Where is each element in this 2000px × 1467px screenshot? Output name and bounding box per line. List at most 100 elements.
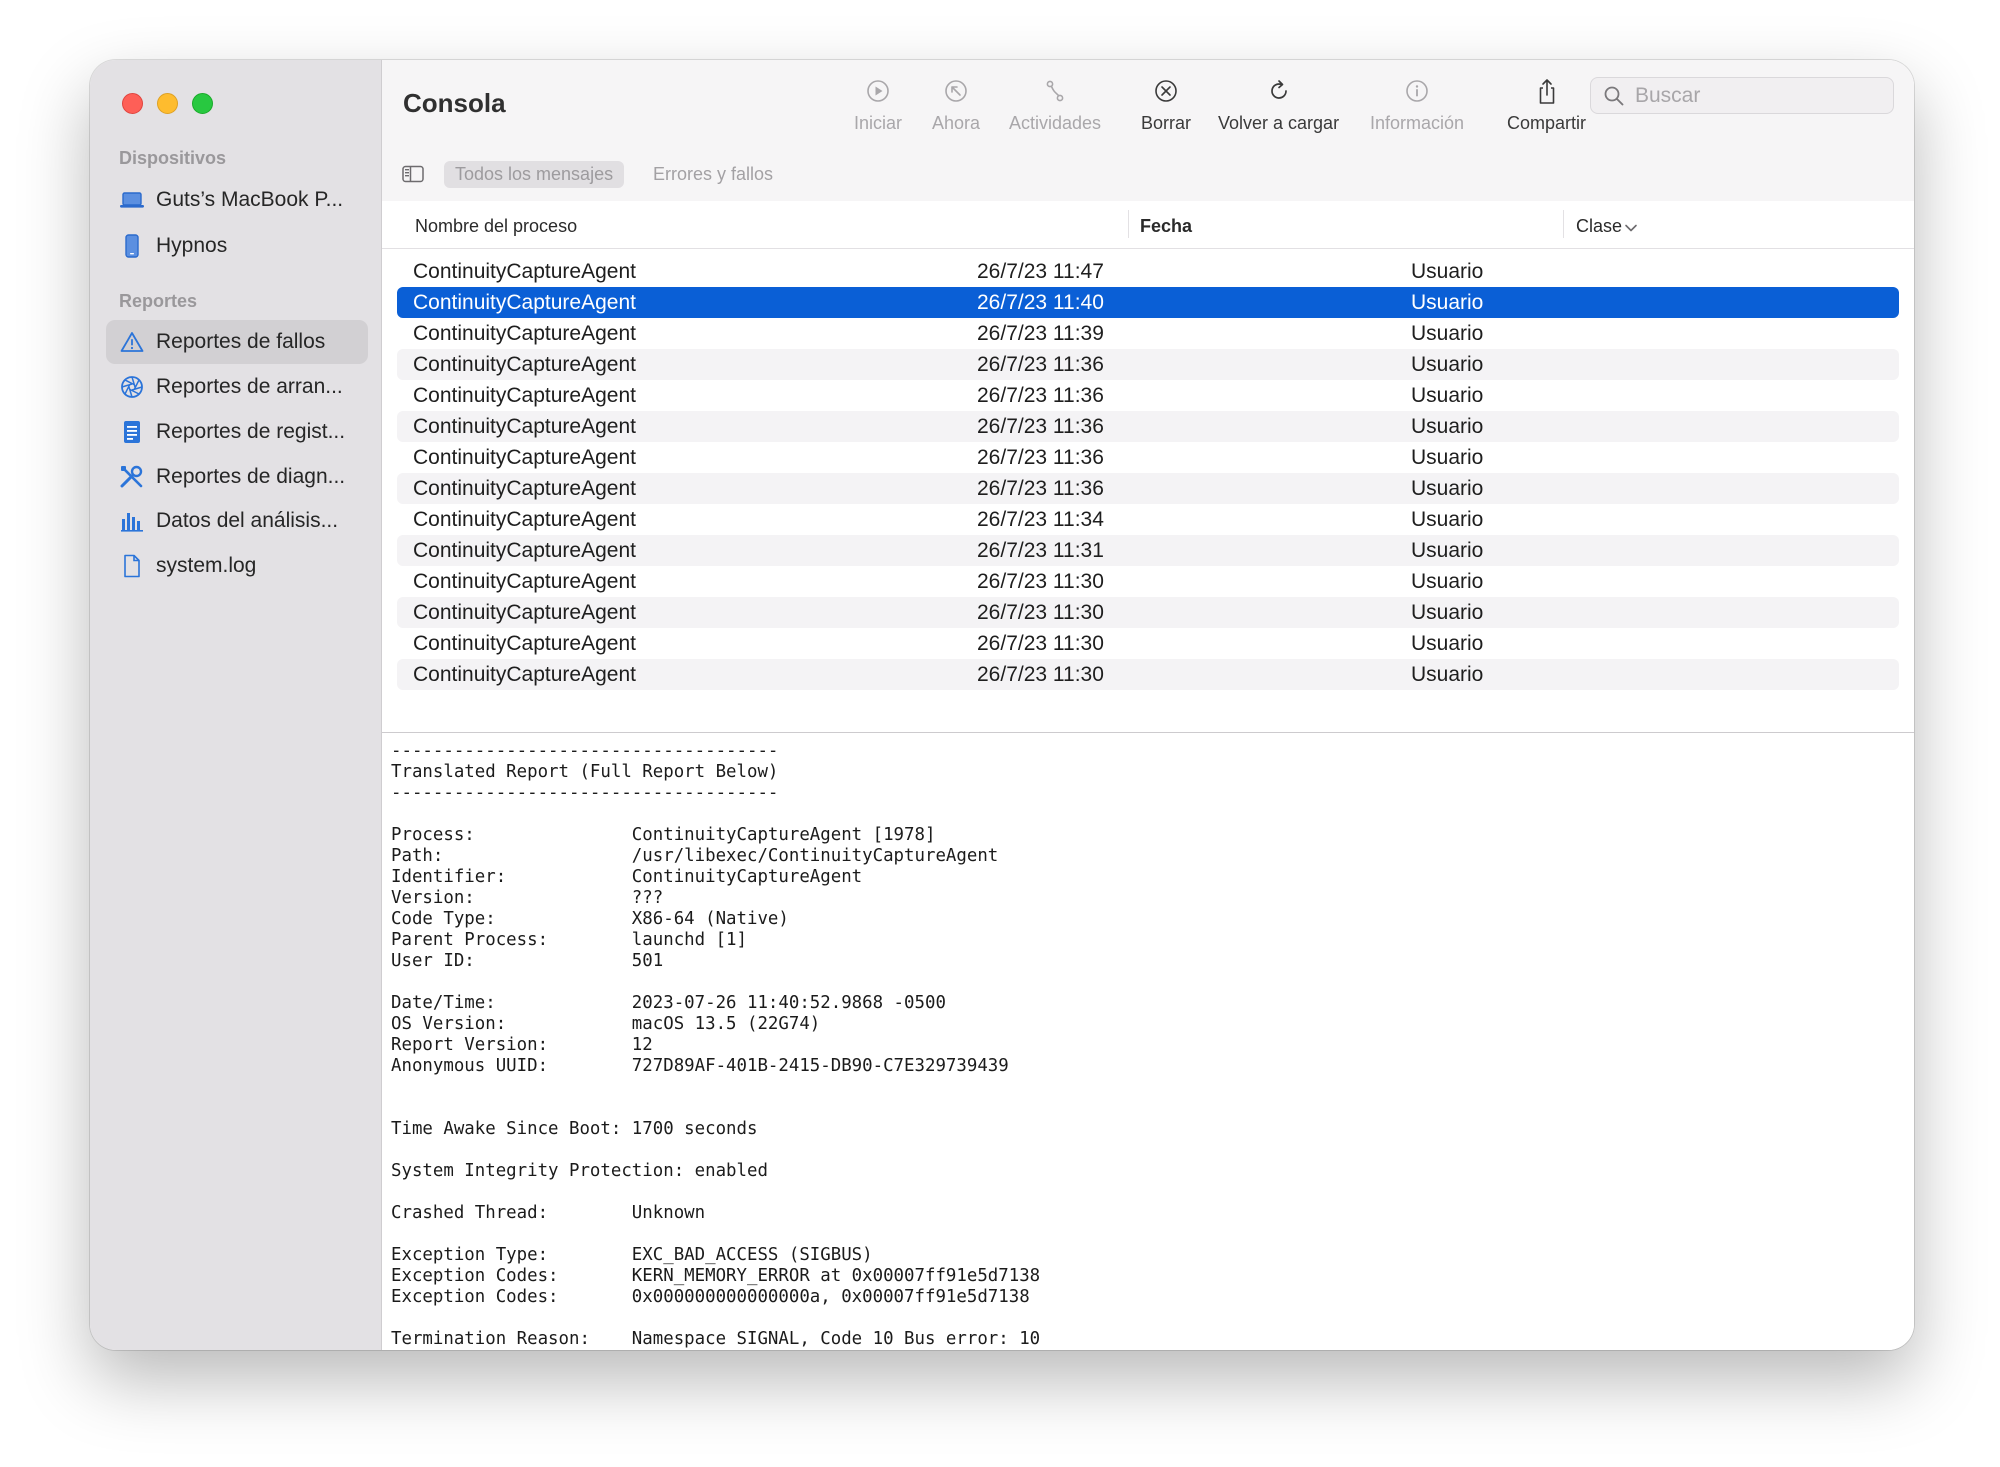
sidebar-item-analytics-data[interactable]: Datos del análisis... bbox=[106, 499, 368, 543]
cell-process-name: ContinuityCaptureAgent bbox=[413, 508, 636, 531]
table-row[interactable]: ContinuityCaptureAgent 26/7/23 11:34 Usuar… bbox=[397, 504, 1899, 535]
share-button[interactable]: Compartir bbox=[1507, 78, 1586, 134]
activities-label: Actividades bbox=[1009, 113, 1102, 133]
info-icon bbox=[1404, 78, 1430, 106]
search-field[interactable]: Buscar bbox=[1590, 77, 1894, 114]
start-button[interactable]: Iniciar bbox=[854, 78, 902, 134]
cell-date: 26/7/23 11:30 bbox=[977, 601, 1104, 624]
cell-date: 26/7/23 11:30 bbox=[977, 570, 1104, 593]
filter-all-messages[interactable]: Todos los mensajes bbox=[444, 161, 625, 188]
cell-class: Usuario bbox=[1411, 384, 1484, 407]
sidebar-item-label: Reportes de arran... bbox=[156, 375, 343, 398]
activities-icon bbox=[1042, 78, 1068, 106]
phone-icon bbox=[118, 232, 146, 260]
cell-date: 26/7/23 11:30 bbox=[977, 663, 1104, 686]
clear-button[interactable]: Borrar bbox=[1141, 78, 1191, 134]
cell-date: 26/7/23 11:31 bbox=[977, 539, 1104, 562]
activities-button[interactable]: Actividades bbox=[1009, 78, 1101, 134]
table-row[interactable]: ContinuityCaptureAgent 26/7/23 11:47 Usuar… bbox=[397, 256, 1899, 287]
cell-process-name: ContinuityCaptureAgent bbox=[413, 632, 636, 655]
table-row[interactable]: ContinuityCaptureAgent 26/7/23 11:36 Usuar… bbox=[397, 473, 1899, 504]
column-class[interactable]: Clase bbox=[1576, 216, 1622, 237]
close-window-button[interactable] bbox=[122, 93, 143, 114]
cell-class: Usuario bbox=[1411, 322, 1484, 345]
cell-class: Usuario bbox=[1411, 446, 1484, 469]
sidebar-item-label: Reportes de regist... bbox=[156, 420, 346, 443]
cell-date: 26/7/23 11:39 bbox=[977, 322, 1104, 345]
cell-class: Usuario bbox=[1411, 477, 1484, 500]
window-controls bbox=[122, 93, 213, 114]
share-icon bbox=[1534, 78, 1560, 106]
table-row[interactable]: ContinuityCaptureAgent 26/7/23 11:30 Usuar… bbox=[397, 628, 1899, 659]
table-row[interactable]: ContinuityCaptureAgent 26/7/23 11:36 Usuar… bbox=[397, 442, 1899, 473]
cell-class: Usuario bbox=[1411, 291, 1484, 314]
search-icon bbox=[1603, 85, 1625, 107]
table-row[interactable]: ContinuityCaptureAgent 26/7/23 11:40 Usuar… bbox=[397, 287, 1899, 318]
report-text: ------------------------------------- Tr… bbox=[391, 741, 1041, 1349]
cell-class: Usuario bbox=[1411, 415, 1484, 438]
clear-circle-x-icon bbox=[1153, 78, 1179, 106]
sidebar-item-hypnos[interactable]: Hypnos bbox=[106, 224, 368, 268]
column-date[interactable]: Fecha bbox=[1140, 216, 1192, 237]
table-header: Nombre del proceso Fecha Clase bbox=[382, 201, 1914, 249]
sidebar-item-system-log[interactable]: system.log bbox=[106, 544, 368, 588]
table-row[interactable]: ContinuityCaptureAgent 26/7/23 11:30 Usuar… bbox=[397, 597, 1899, 628]
sidebar-item-spin-reports[interactable]: Reportes de arran... bbox=[106, 365, 368, 409]
aperture-icon bbox=[118, 373, 146, 401]
column-process-name[interactable]: Nombre del proceso bbox=[415, 216, 577, 237]
table-row[interactable]: ContinuityCaptureAgent 26/7/23 11:36 Usuar… bbox=[397, 411, 1899, 442]
zoom-window-button[interactable] bbox=[192, 93, 213, 114]
cell-class: Usuario bbox=[1411, 663, 1484, 686]
cell-class: Usuario bbox=[1411, 539, 1484, 562]
table-row[interactable]: ContinuityCaptureAgent 26/7/23 11:30 Usuar… bbox=[397, 566, 1899, 597]
now-button[interactable]: Ahora bbox=[932, 78, 980, 134]
cell-date: 26/7/23 11:36 bbox=[977, 446, 1104, 469]
sidebar: Dispositivos Guts’s MacBook P... Hypnos … bbox=[90, 60, 382, 1350]
cell-process-name: ContinuityCaptureAgent bbox=[413, 570, 636, 593]
tools-icon bbox=[118, 463, 146, 491]
filter-errors-and-faults[interactable]: Errores y fallos bbox=[642, 161, 784, 188]
cell-date: 26/7/23 11:47 bbox=[977, 260, 1104, 283]
table-row[interactable]: ContinuityCaptureAgent 26/7/23 11:30 Usuar… bbox=[397, 659, 1899, 690]
sidebar-item-diagnostic-reports[interactable]: Reportes de diagn... bbox=[106, 455, 368, 499]
sidebar-item-log-reports[interactable]: Reportes de regist... bbox=[106, 410, 368, 454]
cell-date: 26/7/23 11:40 bbox=[977, 291, 1104, 314]
filter-bar: Todos los mensajes Errores y fallos bbox=[382, 147, 1914, 202]
doc-list-icon bbox=[118, 418, 146, 446]
cell-process-name: ContinuityCaptureAgent bbox=[413, 446, 636, 469]
cell-class: Usuario bbox=[1411, 570, 1484, 593]
cell-process-name: ContinuityCaptureAgent bbox=[413, 384, 636, 407]
cell-process-name: ContinuityCaptureAgent bbox=[413, 260, 636, 283]
column-separator bbox=[1128, 210, 1129, 238]
sidebar-section-devices: Dispositivos bbox=[119, 148, 227, 168]
cell-date: 26/7/23 11:30 bbox=[977, 632, 1104, 655]
info-label: Información bbox=[1370, 113, 1465, 133]
table-row[interactable]: ContinuityCaptureAgent 26/7/23 11:39 Usuar… bbox=[397, 318, 1899, 349]
cell-process-name: ContinuityCaptureAgent bbox=[413, 322, 636, 345]
table-row[interactable]: ContinuityCaptureAgent 26/7/23 11:31 Usuar… bbox=[397, 535, 1899, 566]
table-row[interactable]: ContinuityCaptureAgent 26/7/23 11:36 Usuar… bbox=[397, 380, 1899, 411]
search-placeholder: Buscar bbox=[1635, 83, 1701, 107]
console-window: Dispositivos Guts’s MacBook P... Hypnos … bbox=[90, 60, 1914, 1350]
cell-process-name: ContinuityCaptureAgent bbox=[413, 353, 636, 376]
toolbar: Consola Iniciar Ahora Actividades Borrar… bbox=[382, 60, 1914, 147]
cell-process-name: ContinuityCaptureAgent bbox=[413, 539, 636, 562]
sidebar-item-macbook[interactable]: Guts’s MacBook P... bbox=[106, 178, 368, 222]
info-button[interactable]: Información bbox=[1370, 78, 1464, 134]
table-row[interactable]: ContinuityCaptureAgent 26/7/23 11:36 Usuar… bbox=[397, 349, 1899, 380]
sidebar-toggle-icon[interactable] bbox=[402, 165, 424, 188]
cell-date: 26/7/23 11:36 bbox=[977, 353, 1104, 376]
sidebar-section-reports: Reportes bbox=[119, 291, 198, 311]
start-label: Iniciar bbox=[854, 113, 903, 133]
warning-icon bbox=[118, 328, 146, 356]
sidebar-item-label: system.log bbox=[156, 554, 257, 577]
sort-chevron-down-icon[interactable] bbox=[1624, 217, 1638, 238]
minimize-window-button[interactable] bbox=[157, 93, 178, 114]
reload-button[interactable]: Volver a cargar bbox=[1218, 78, 1339, 134]
cell-process-name: ContinuityCaptureAgent bbox=[413, 415, 636, 438]
sidebar-item-crash-reports[interactable]: Reportes de fallos bbox=[106, 320, 368, 364]
now-label: Ahora bbox=[932, 113, 981, 133]
clear-label: Borrar bbox=[1141, 113, 1192, 133]
cell-date: 26/7/23 11:36 bbox=[977, 415, 1104, 438]
arrow-up-left-icon bbox=[943, 78, 969, 106]
